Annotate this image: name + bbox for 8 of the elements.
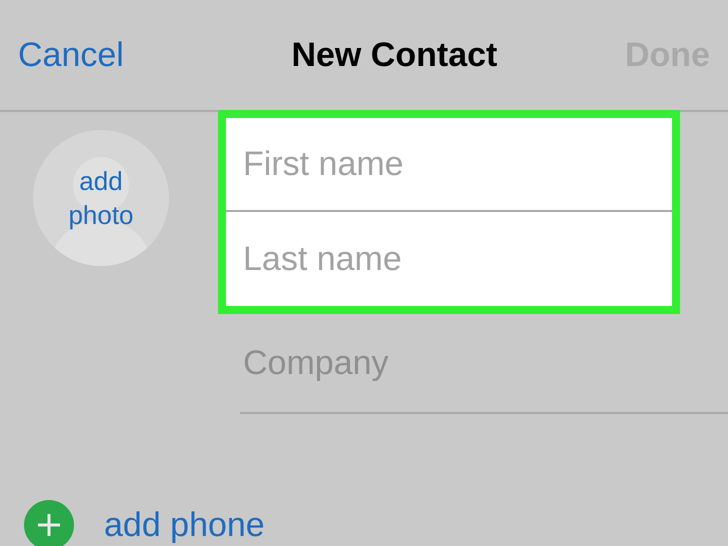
screen-title: New Contact (291, 34, 498, 76)
text-field[interactable]: Last name (226, 212, 672, 306)
add-photo-button[interactable]: add photo (33, 130, 169, 266)
text-field[interactable]: Company (240, 333, 728, 393)
add-icon[interactable] (24, 500, 74, 546)
cancel-button[interactable]: Cancel (18, 30, 124, 80)
add-phone-label[interactable]: add phone (104, 500, 265, 546)
text-field[interactable]: First name (226, 118, 672, 210)
